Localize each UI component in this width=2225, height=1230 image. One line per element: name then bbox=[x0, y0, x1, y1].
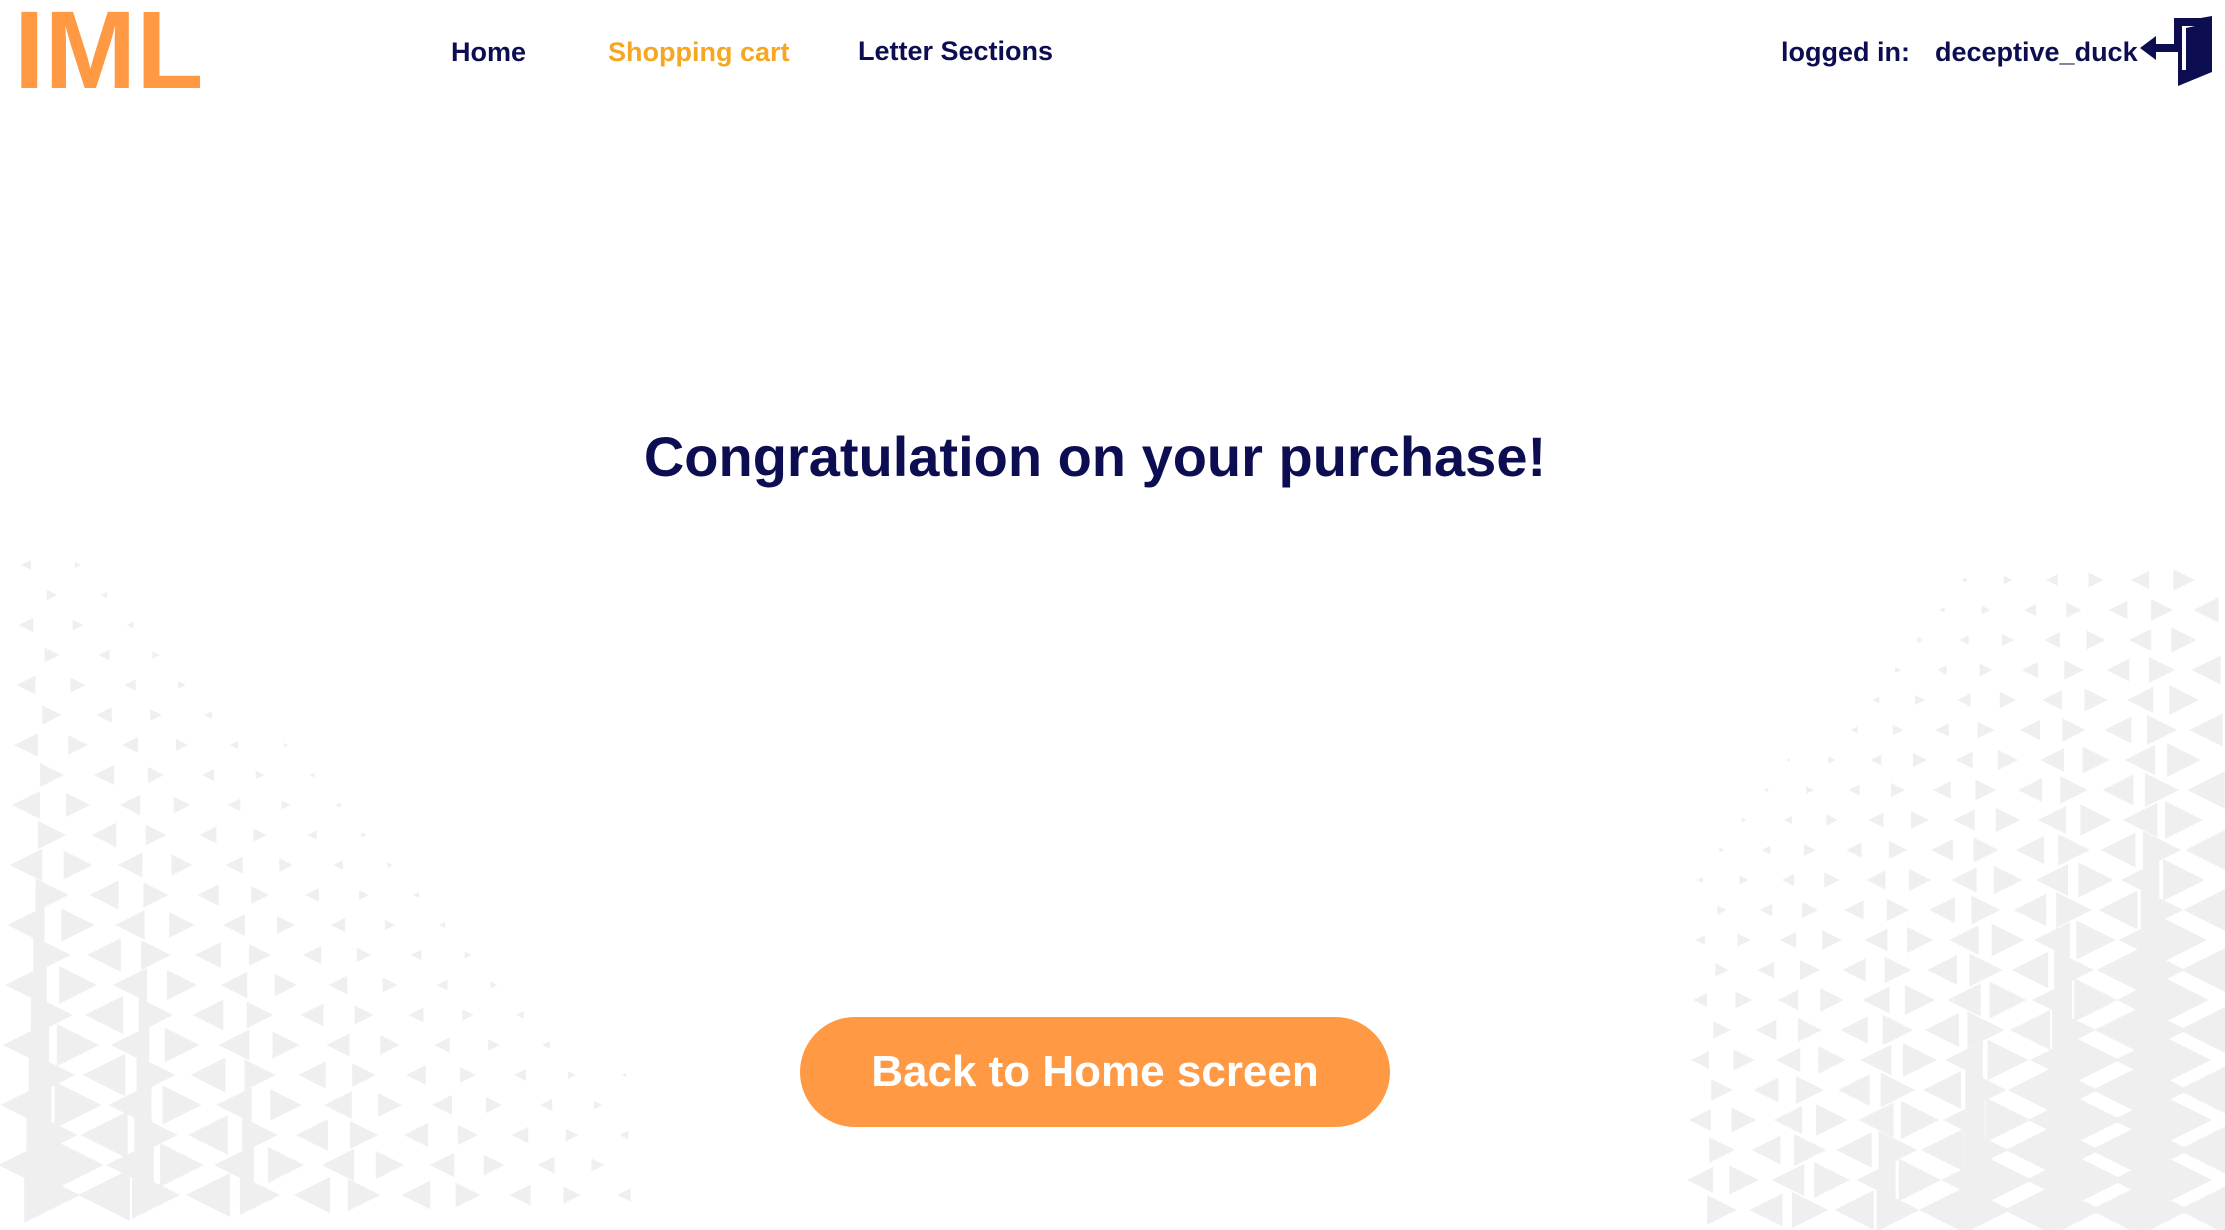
back-to-home-button[interactable]: Back to Home screen bbox=[800, 1017, 1390, 1127]
purchase-confirmation-heading: Congratulation on your purchase! bbox=[643, 425, 1547, 488]
nav-home-link[interactable]: Home bbox=[451, 37, 526, 67]
nav-shopping-cart-link[interactable]: Shopping cart bbox=[608, 37, 790, 67]
username: deceptive_duck bbox=[1935, 37, 2138, 67]
nav-letter-sections-link[interactable]: Letter Sections bbox=[858, 36, 1053, 66]
logout-button[interactable] bbox=[2138, 14, 2216, 88]
iml-logo[interactable]: IML bbox=[14, 0, 203, 106]
logout-door-icon bbox=[2140, 16, 2212, 86]
logged-in-label: logged in: bbox=[1781, 37, 1910, 67]
page: IML Home Shopping cart Letter Sections l… bbox=[0, 0, 2225, 1230]
